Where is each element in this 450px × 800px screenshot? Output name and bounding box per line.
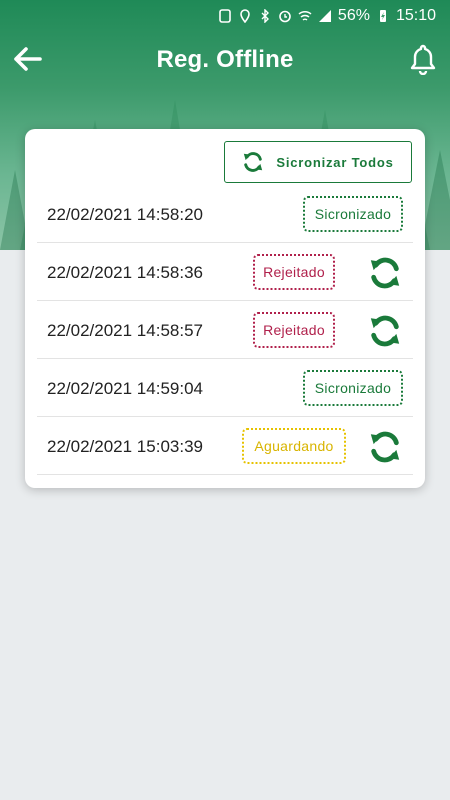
sync-icon — [370, 431, 400, 463]
sync-icon — [370, 257, 400, 289]
alarm-icon — [279, 10, 291, 23]
list-item: 22/02/2021 15:03:39 Aguardando — [37, 417, 413, 475]
bluetooth-icon — [261, 9, 269, 23]
app-bar: Reg. Offline — [0, 32, 450, 88]
status-bar: 56% 15:10 — [0, 0, 450, 32]
location-icon — [240, 9, 250, 23]
record-datetime: 22/02/2021 14:58:57 — [47, 321, 203, 340]
list-item: 22/02/2021 14:59:04 Sicronizado — [37, 359, 413, 417]
status-badge: Rejeitado — [253, 312, 335, 348]
wifi-icon — [298, 10, 312, 21]
battery-charging-icon — [379, 10, 386, 22]
back-button[interactable] — [10, 42, 44, 76]
record-datetime: 22/02/2021 14:58:20 — [47, 205, 203, 224]
sim-icon — [219, 9, 231, 23]
arrow-left-icon — [14, 47, 42, 71]
status-clock: 15:10 — [395, 7, 436, 24]
list-item: 22/02/2021 14:58:36 Rejeitado — [37, 243, 413, 301]
signal-icon — [318, 10, 331, 22]
sync-all-button[interactable]: Sicronizar Todos — [224, 141, 412, 183]
record-datetime: 22/02/2021 14:58:36 — [47, 263, 203, 282]
record-datetime: 22/02/2021 14:59:04 — [47, 379, 203, 398]
list-item: 22/02/2021 14:58:57 Rejeitado — [37, 301, 413, 359]
record-datetime: 22/02/2021 15:03:39 — [47, 437, 203, 456]
page-title: Reg. Offline — [156, 46, 294, 73]
list-item: 22/02/2021 14:58:20 Sicronizado — [37, 185, 413, 243]
records-list: 22/02/2021 14:58:20 Sicronizado 22/02/20… — [37, 185, 413, 475]
sync-icon — [244, 152, 263, 172]
status-badge: Rejeitado — [253, 254, 335, 290]
status-badge: Sicronizado — [303, 196, 403, 232]
notifications-button[interactable] — [406, 42, 440, 76]
sync-record-button[interactable] — [367, 255, 403, 291]
sync-record-button[interactable] — [367, 313, 403, 349]
status-badge: Aguardando — [242, 428, 346, 464]
bell-icon — [410, 44, 436, 75]
sync-record-button[interactable] — [367, 429, 403, 465]
status-badge: Sicronizado — [303, 370, 403, 406]
sync-all-label: Sicronizar Todos — [276, 154, 394, 170]
offline-records-card: Sicronizar Todos 22/02/2021 14:58:20 Sic… — [25, 129, 425, 488]
battery-percentage: 56% — [337, 7, 370, 24]
sync-icon — [370, 315, 400, 347]
